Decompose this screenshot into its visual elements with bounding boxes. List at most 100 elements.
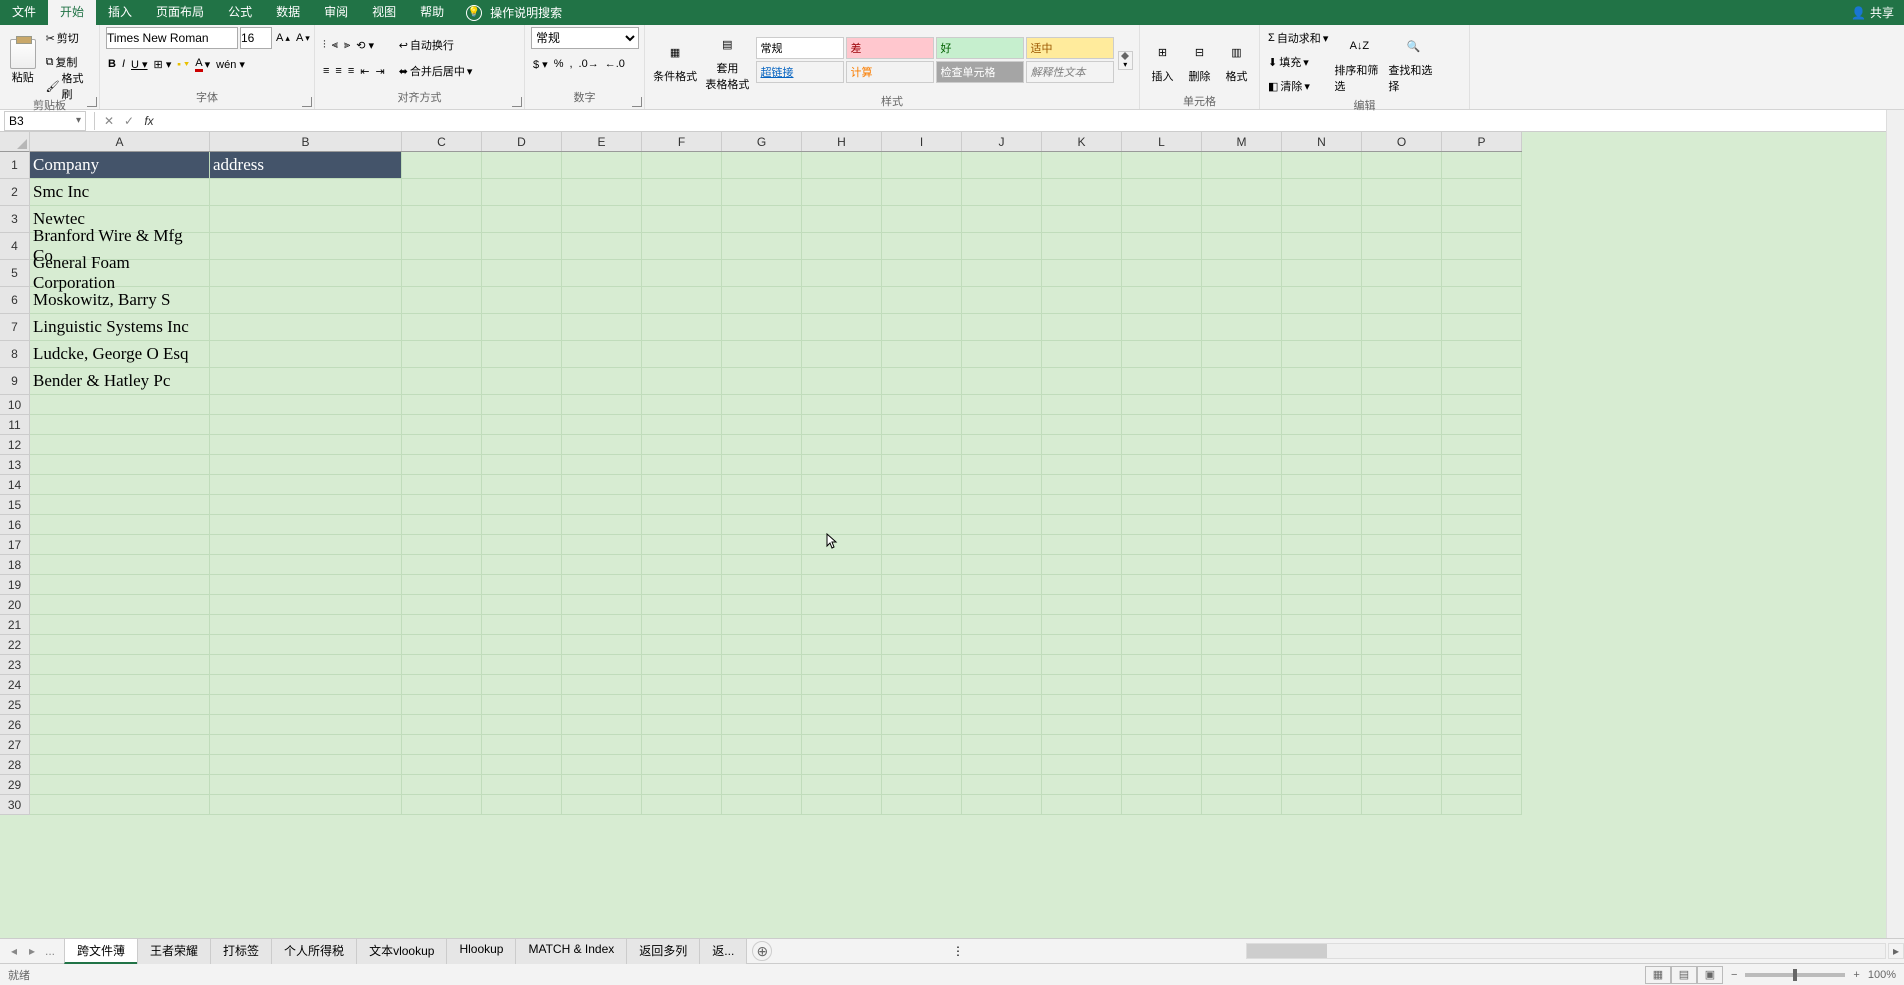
cell-L16[interactable]	[1122, 515, 1202, 535]
row-header-10[interactable]: 10	[0, 395, 29, 415]
cell-E26[interactable]	[562, 715, 642, 735]
cell-B30[interactable]	[210, 795, 402, 815]
sheet-tab-3[interactable]: 个人所得税	[271, 938, 357, 964]
style-good[interactable]: 好	[936, 37, 1024, 59]
cell-D30[interactable]	[482, 795, 562, 815]
cell-N20[interactable]	[1282, 595, 1362, 615]
cell-H14[interactable]	[802, 475, 882, 495]
cell-J20[interactable]	[962, 595, 1042, 615]
cell-F2[interactable]	[642, 179, 722, 206]
align-top-button[interactable]: ⫶	[321, 34, 328, 56]
cell-C6[interactable]	[402, 287, 482, 314]
cell-N15[interactable]	[1282, 495, 1362, 515]
cell-O10[interactable]	[1362, 395, 1442, 415]
cell-P9[interactable]	[1442, 368, 1522, 395]
cell-E19[interactable]	[562, 575, 642, 595]
cell-D13[interactable]	[482, 455, 562, 475]
cell-G2[interactable]	[722, 179, 802, 206]
underline-button[interactable]: U ▾	[129, 53, 150, 75]
cell-D22[interactable]	[482, 635, 562, 655]
cell-F29[interactable]	[642, 775, 722, 795]
cell-H15[interactable]	[802, 495, 882, 515]
cell-A20[interactable]	[30, 595, 210, 615]
cell-O7[interactable]	[1362, 314, 1442, 341]
cell-M9[interactable]	[1202, 368, 1282, 395]
cell-O20[interactable]	[1362, 595, 1442, 615]
cell-G19[interactable]	[722, 575, 802, 595]
row-header-18[interactable]: 18	[0, 555, 29, 575]
cell-I22[interactable]	[882, 635, 962, 655]
cell-L25[interactable]	[1122, 695, 1202, 715]
cell-F12[interactable]	[642, 435, 722, 455]
enter-formula-button[interactable]: ✓	[119, 114, 139, 128]
cell-M29[interactable]	[1202, 775, 1282, 795]
number-format-select[interactable]: 常规	[531, 27, 639, 49]
cell-L6[interactable]	[1122, 287, 1202, 314]
cell-M12[interactable]	[1202, 435, 1282, 455]
sheet-tab-6[interactable]: MATCH & Index	[515, 938, 627, 964]
row-header-30[interactable]: 30	[0, 795, 29, 815]
cell-A2[interactable]: Smc Inc	[30, 179, 210, 206]
format-cells-button[interactable]: ▥格式	[1220, 27, 1253, 93]
cell-G29[interactable]	[722, 775, 802, 795]
cell-O16[interactable]	[1362, 515, 1442, 535]
cell-L18[interactable]	[1122, 555, 1202, 575]
cell-K9[interactable]	[1042, 368, 1122, 395]
cell-L9[interactable]	[1122, 368, 1202, 395]
tab-last-button[interactable]: ▸	[24, 944, 40, 958]
cell-I9[interactable]	[882, 368, 962, 395]
row-header-4[interactable]: 4	[0, 233, 29, 260]
cell-E4[interactable]	[562, 233, 642, 260]
cell-H19[interactable]	[802, 575, 882, 595]
cell-G11[interactable]	[722, 415, 802, 435]
cell-M4[interactable]	[1202, 233, 1282, 260]
cell-P28[interactable]	[1442, 755, 1522, 775]
cell-A16[interactable]	[30, 515, 210, 535]
cell-I13[interactable]	[882, 455, 962, 475]
cell-E16[interactable]	[562, 515, 642, 535]
cell-B26[interactable]	[210, 715, 402, 735]
cell-F7[interactable]	[642, 314, 722, 341]
cell-C26[interactable]	[402, 715, 482, 735]
cell-H8[interactable]	[802, 341, 882, 368]
col-header-M[interactable]: M	[1202, 132, 1282, 151]
cell-G26[interactable]	[722, 715, 802, 735]
cell-K11[interactable]	[1042, 415, 1122, 435]
cell-I1[interactable]	[882, 152, 962, 179]
cell-O14[interactable]	[1362, 475, 1442, 495]
cell-E13[interactable]	[562, 455, 642, 475]
cell-B20[interactable]	[210, 595, 402, 615]
sheet-tab-1[interactable]: 王者荣耀	[137, 938, 211, 964]
cell-K27[interactable]	[1042, 735, 1122, 755]
cell-F18[interactable]	[642, 555, 722, 575]
cell-M3[interactable]	[1202, 206, 1282, 233]
sheet-tab-8[interactable]: 返...	[699, 938, 747, 964]
cell-L12[interactable]	[1122, 435, 1202, 455]
cell-B1[interactable]: address	[210, 152, 402, 179]
cell-A5[interactable]: General Foam Corporation	[30, 260, 210, 287]
cell-I4[interactable]	[882, 233, 962, 260]
cell-K1[interactable]	[1042, 152, 1122, 179]
cell-N3[interactable]	[1282, 206, 1362, 233]
cell-F14[interactable]	[642, 475, 722, 495]
insert-cells-button[interactable]: ⊞插入	[1146, 27, 1179, 93]
page-break-view-button[interactable]: ▣	[1697, 966, 1723, 984]
cell-B8[interactable]	[210, 341, 402, 368]
cell-E18[interactable]	[562, 555, 642, 575]
cell-H30[interactable]	[802, 795, 882, 815]
cell-I28[interactable]	[882, 755, 962, 775]
cell-F19[interactable]	[642, 575, 722, 595]
cell-H11[interactable]	[802, 415, 882, 435]
cell-I19[interactable]	[882, 575, 962, 595]
cell-K19[interactable]	[1042, 575, 1122, 595]
row-header-2[interactable]: 2	[0, 179, 29, 206]
cell-P30[interactable]	[1442, 795, 1522, 815]
cell-A30[interactable]	[30, 795, 210, 815]
cell-L26[interactable]	[1122, 715, 1202, 735]
cell-L3[interactable]	[1122, 206, 1202, 233]
orientation-button[interactable]: ⟲ ▾	[354, 34, 376, 56]
cell-P23[interactable]	[1442, 655, 1522, 675]
cell-I15[interactable]	[882, 495, 962, 515]
cell-A10[interactable]	[30, 395, 210, 415]
col-header-G[interactable]: G	[722, 132, 802, 151]
